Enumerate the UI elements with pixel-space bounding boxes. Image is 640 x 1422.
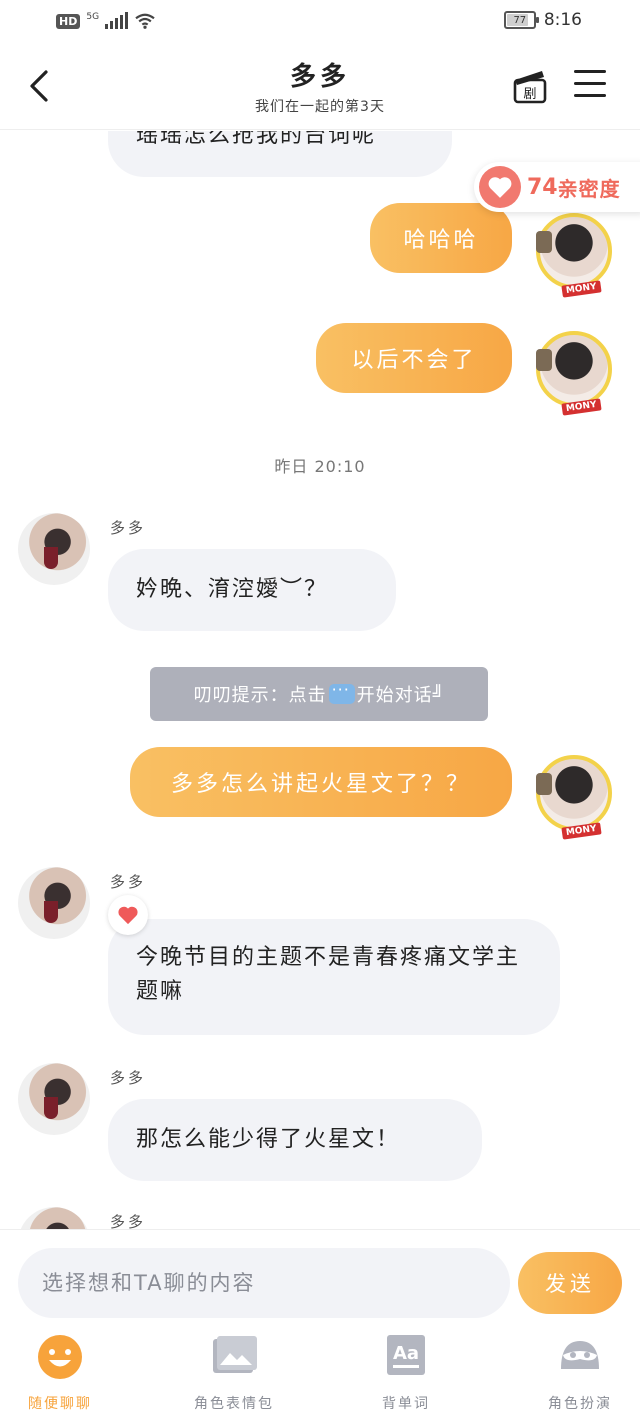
sender-name: 多多: [110, 873, 147, 891]
user-avatar[interactable]: MONY: [536, 331, 612, 416]
like-heart-icon[interactable]: [108, 895, 148, 935]
contact-avatar[interactable]: [18, 867, 90, 939]
battery-icon: 77: [503, 11, 539, 29]
smiley-icon: [38, 1335, 82, 1379]
nav-label: 角色扮演: [548, 1396, 612, 1412]
message-input[interactable]: [18, 1248, 510, 1318]
nav-item-stickers[interactable]: 角色表情包: [174, 1321, 294, 1422]
chat-area[interactable]: 瑶瑶怎么抢我的台词呢 哈哈哈 MONY 以后不会了 MONY 昨日 20:10 …: [0, 131, 640, 1229]
signal-icon: [105, 12, 129, 29]
message-bubble: 那怎么能少得了火星文！: [108, 1099, 482, 1181]
wifi-icon: [135, 13, 155, 29]
intimacy-value: 74: [527, 174, 558, 200]
menu-button[interactable]: [574, 70, 606, 100]
status-bar: HD 5G 77 8:16: [0, 0, 640, 42]
clapperboard-icon[interactable]: 剧: [512, 68, 548, 104]
message-text: 哈哈哈: [403, 228, 479, 253]
message-text: 今晚节目的主题不是青春疼痛文学主题嘛: [136, 945, 521, 1004]
chat-header: 多多 我们在一起的第3天 剧: [0, 42, 640, 130]
message-bubble: 妗晩、淯涳嬡︶？: [108, 549, 396, 631]
message-bubble: 瑶瑶怎么抢我的台词呢: [108, 131, 452, 177]
nav-item-chat[interactable]: 随便聊聊: [0, 1321, 120, 1422]
speech-bubble-icon: [328, 680, 355, 704]
message-text: 多多怎么讲起火星文了？？: [170, 772, 471, 797]
message-bubble-outgoing: 多多怎么讲起火星文了？？: [130, 747, 512, 817]
svg-text:剧: 剧: [523, 87, 536, 102]
nav-label: 背单词: [382, 1396, 430, 1412]
intimacy-badge[interactable]: 74 亲密度: [474, 162, 640, 212]
sender-name: 多多: [110, 1069, 147, 1087]
network-type: 5G: [86, 12, 100, 22]
message-bubble: 今晚节目的主题不是青春疼痛文学主题嘛: [108, 919, 560, 1035]
letters-icon: Aa: [387, 1335, 425, 1375]
hint-suffix: 开始对话╝: [356, 685, 445, 706]
sender-name: 多多: [110, 1213, 147, 1229]
bottom-nav: 随便聊聊 角色表情包 Aa 背单词 角色扮演: [0, 1321, 640, 1422]
hint-prefix: 叨叨提示：点击: [193, 685, 327, 706]
heart-icon: [479, 166, 521, 208]
status-right: 77 8:16: [503, 10, 582, 30]
message-bubble-outgoing: 哈哈哈: [370, 203, 512, 273]
clock: 8:16: [543, 10, 582, 30]
contact-avatar[interactable]: [18, 513, 90, 585]
mask-icon: [561, 1341, 599, 1369]
message-bubble-outgoing: 以后不会了: [316, 323, 512, 393]
battery-level: 77: [513, 14, 527, 26]
picture-icon: [213, 1336, 257, 1373]
nav-item-vocab[interactable]: Aa 背单词: [346, 1321, 466, 1422]
intimacy-label: 亲密度: [557, 176, 621, 201]
svg-text:Aa: Aa: [393, 1343, 419, 1364]
sender-name: 多多: [110, 519, 147, 537]
nav-label: 角色表情包: [194, 1396, 274, 1412]
hd-badge: HD: [56, 13, 81, 29]
nav-label: 随便聊聊: [28, 1396, 92, 1412]
contact-avatar[interactable]: [18, 1063, 90, 1135]
user-avatar[interactable]: MONY: [536, 755, 612, 840]
send-button[interactable]: 发送: [518, 1252, 622, 1314]
timestamp: 昨日 20:10: [274, 457, 366, 476]
nav-item-roleplay[interactable]: 角色扮演: [520, 1321, 640, 1422]
contact-avatar[interactable]: [18, 1207, 90, 1229]
input-bar: 发送: [0, 1229, 640, 1321]
message-text: 那怎么能少得了火星文！: [136, 1127, 401, 1152]
user-avatar[interactable]: MONY: [536, 213, 612, 298]
status-left: HD 5G: [56, 12, 156, 30]
message-text: 瑶瑶怎么抢我的台词呢: [136, 131, 377, 148]
message-text: 妗晩、淯涳嬡︶？: [136, 577, 329, 602]
chat-hint: 叨叨提示：点击 开始对话╝: [150, 667, 488, 721]
message-text: 以后不会了: [351, 348, 477, 373]
